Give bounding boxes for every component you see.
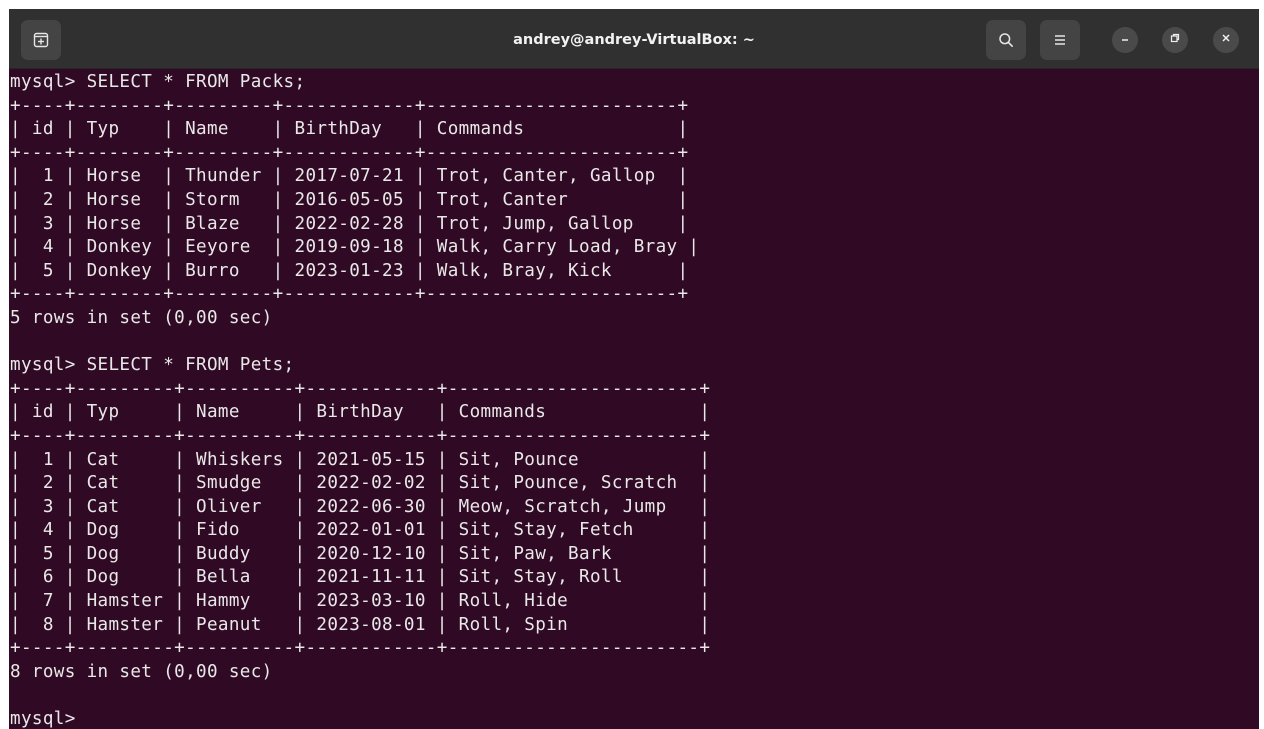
- terminal-window: andrey@andrey-VirtualBox: ~ mysql> SELEC…: [9, 9, 1259, 729]
- terminal-line: +----+--------+---------+------------+--…: [10, 142, 689, 163]
- terminal-line: mysql> SELECT * FROM Pets;: [10, 355, 295, 376]
- terminal-line: | 3 | Cat | Oliver | 2022-06-30 | Meow, …: [10, 496, 711, 517]
- terminal-line: | 5 | Dog | Buddy | 2020-12-10 | Sit, Pa…: [10, 543, 711, 564]
- minimize-button[interactable]: [1112, 27, 1138, 53]
- terminal-line: mysql> SELECT * FROM Packs;: [10, 72, 306, 92]
- terminal-line: | 3 | Horse | Blaze | 2022-02-28 | Trot,…: [10, 213, 689, 234]
- restore-icon: [1169, 31, 1181, 49]
- menu-button[interactable]: [1040, 20, 1080, 60]
- minimize-icon: [1119, 31, 1131, 49]
- new-tab-button[interactable]: [21, 20, 61, 60]
- terminal-line: +----+--------+---------+------------+--…: [10, 95, 689, 116]
- title-bar[interactable]: andrey@andrey-VirtualBox: ~: [9, 9, 1259, 69]
- terminal-line: | 8 | Hamster | Peanut | 2023-08-01 | Ro…: [10, 614, 711, 635]
- close-button[interactable]: [1213, 27, 1239, 53]
- terminal-line: +----+---------+----------+------------+…: [10, 638, 711, 659]
- terminal-line: | 5 | Donkey | Burro | 2023-01-23 | Walk…: [10, 260, 689, 281]
- search-button[interactable]: [986, 20, 1026, 60]
- terminal-line: | 6 | Dog | Bella | 2021-11-11 | Sit, St…: [10, 567, 711, 588]
- terminal-line: | 2 | Cat | Smudge | 2022-02-02 | Sit, P…: [10, 473, 711, 494]
- terminal-line: | 1 | Cat | Whiskers | 2021-05-15 | Sit,…: [10, 449, 711, 470]
- terminal-output[interactable]: mysql> SELECT * FROM Packs; +----+-------…: [10, 71, 1258, 729]
- terminal-line: mysql>: [10, 709, 87, 729]
- terminal-line: | 4 | Donkey | Eeyore | 2019-09-18 | Wal…: [10, 237, 700, 258]
- close-icon: [1220, 31, 1232, 49]
- search-icon: [998, 32, 1014, 48]
- terminal-line: | id | Typ | Name | BirthDay | Commands …: [10, 402, 711, 423]
- terminal-line: | id | Typ | Name | BirthDay | Commands …: [10, 119, 689, 140]
- terminal-line: +----+---------+----------+------------+…: [10, 425, 711, 446]
- terminal-line: | 1 | Horse | Thunder | 2017-07-21 | Tro…: [10, 166, 689, 187]
- new-tab-icon: [33, 32, 49, 48]
- restore-button[interactable]: [1162, 27, 1188, 53]
- terminal-line: 8 rows in set (0,00 sec): [10, 661, 273, 682]
- terminal-line: | 2 | Horse | Storm | 2016-05-05 | Trot,…: [10, 189, 689, 210]
- terminal-line: | 7 | Hamster | Hammy | 2023-03-10 | Rol…: [10, 591, 711, 612]
- terminal-line: 5 rows in set (0,00 sec): [10, 307, 273, 328]
- terminal-line: +----+---------+----------+------------+…: [10, 378, 711, 399]
- terminal-line: | 4 | Dog | Fido | 2022-01-01 | Sit, Sta…: [10, 520, 711, 541]
- hamburger-menu-icon: [1052, 32, 1068, 48]
- terminal-line: +----+--------+---------+------------+--…: [10, 284, 689, 305]
